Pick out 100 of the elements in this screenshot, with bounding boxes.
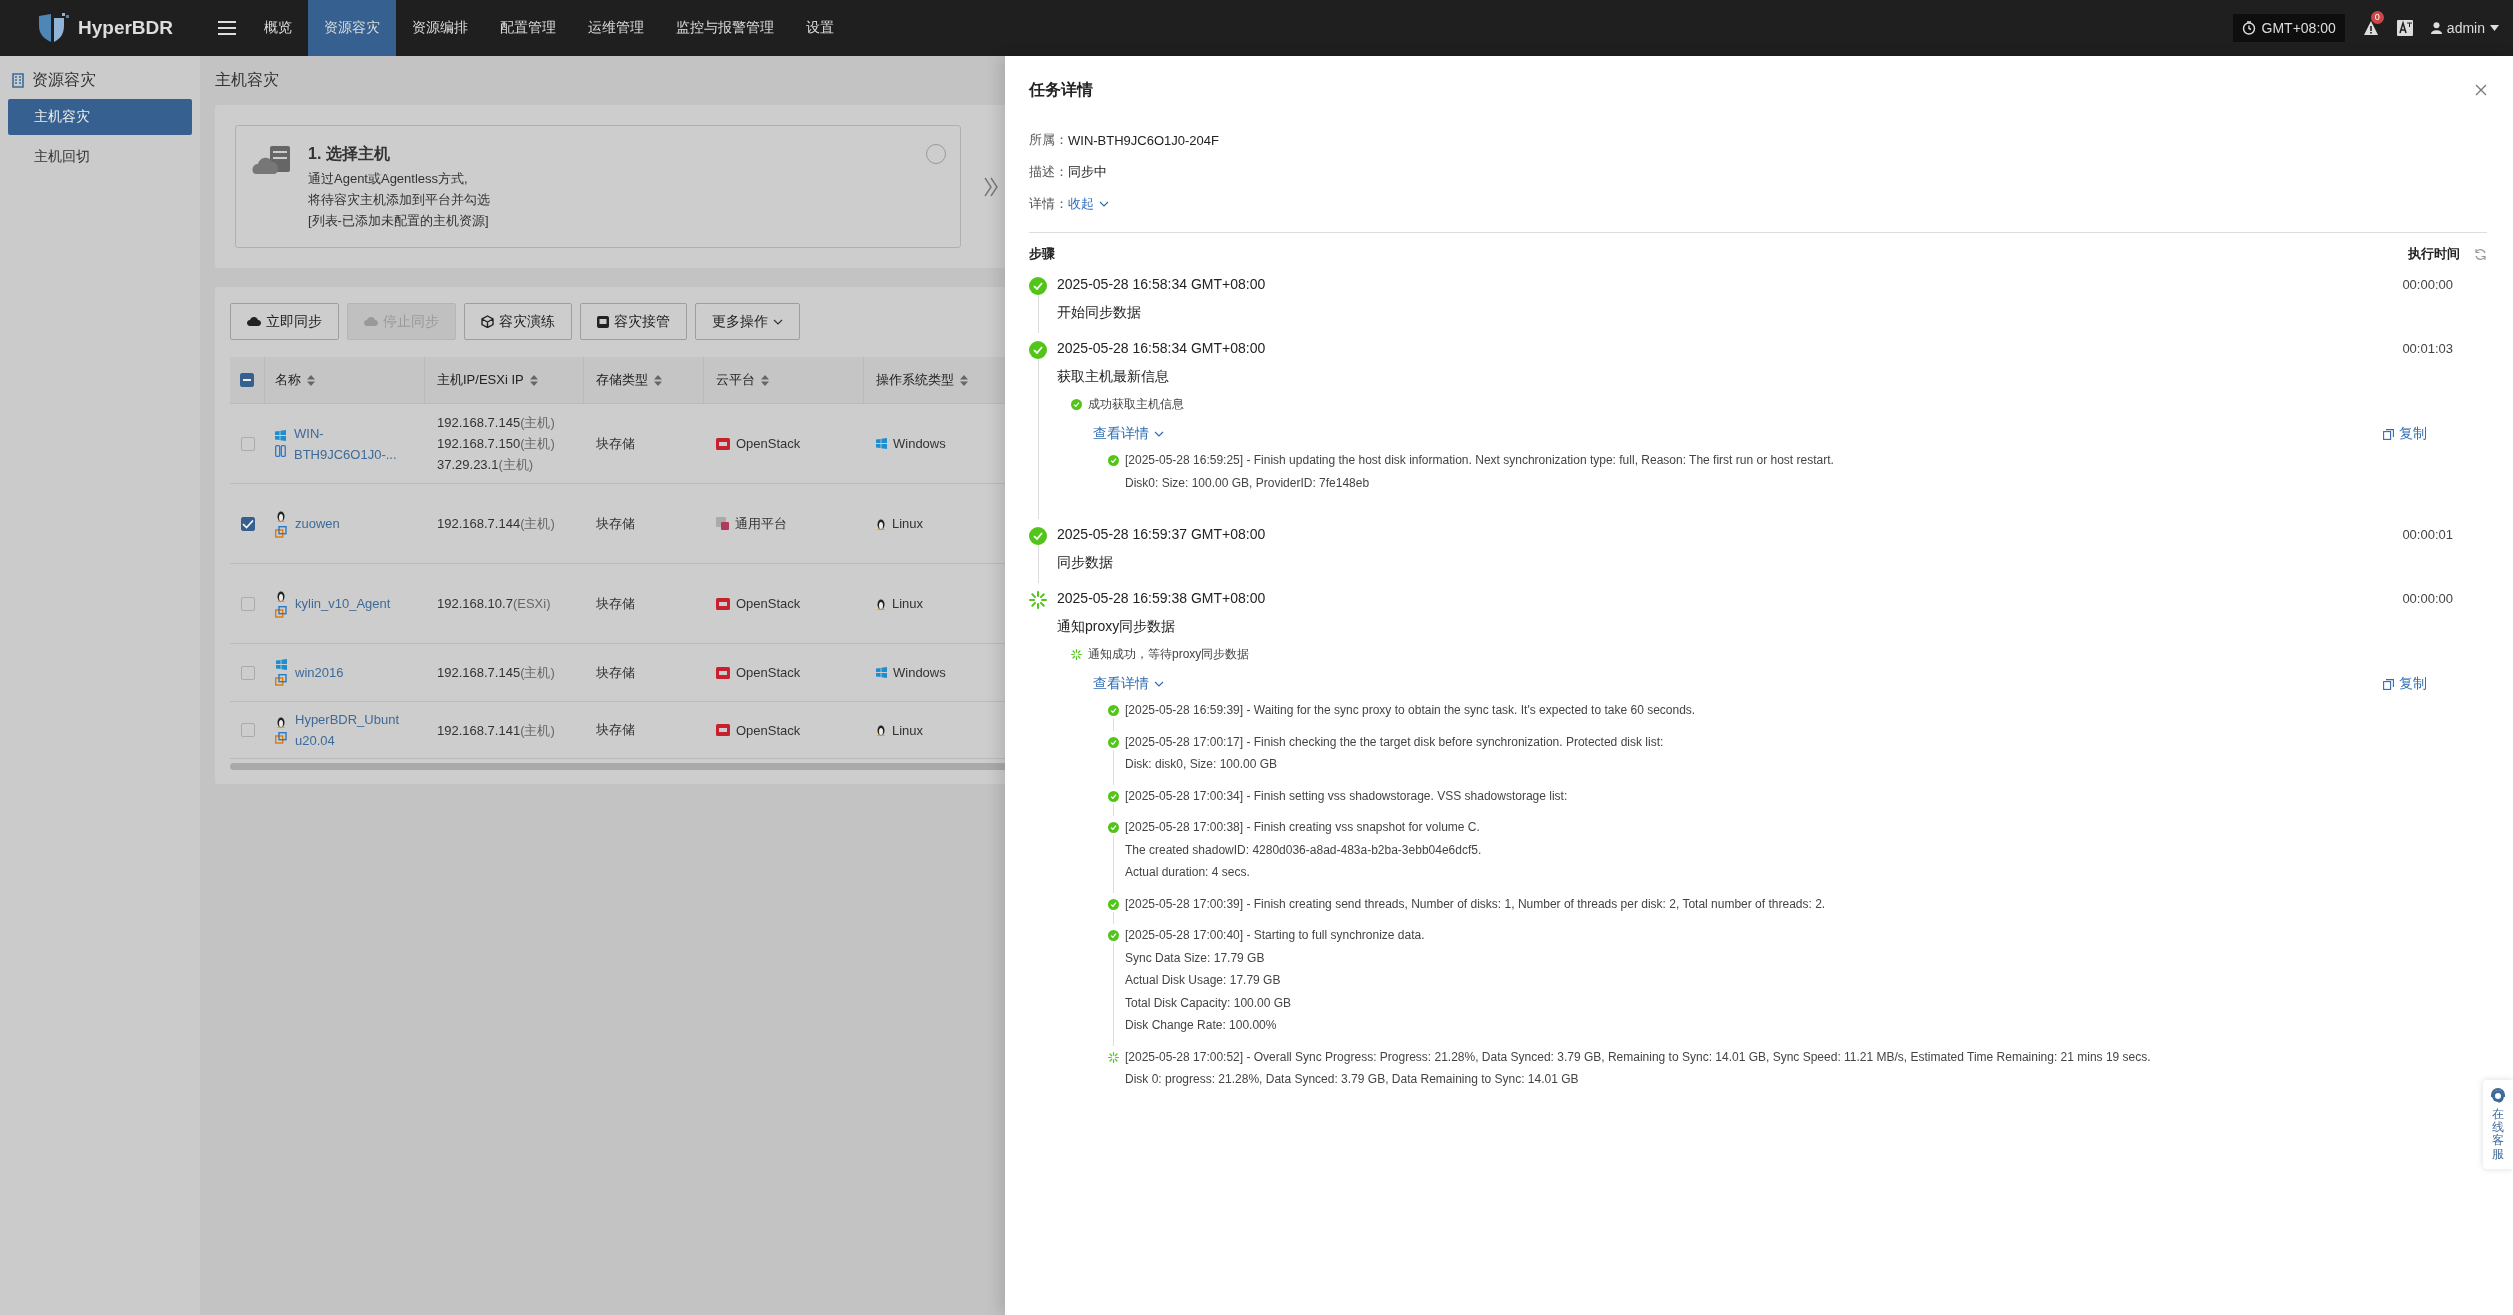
close-icon[interactable]: [2475, 84, 2487, 96]
penguin-icon: [876, 517, 886, 530]
sort-icon: [960, 374, 968, 386]
column-header[interactable]: 名称: [265, 357, 425, 403]
step-duration: 00:00:01: [2402, 526, 2453, 542]
step-description: [列表-已添加未配置的主机资源]: [308, 212, 490, 230]
timezone-button[interactable]: GMT+08:00: [2232, 14, 2345, 42]
log-line: [2025-05-28 17:00:39] - Finish creating send threads, Number of disks: 1, Number of threads per disk: 2, Total number of threads: 2.: [1125, 895, 1826, 913]
copy-link[interactable]: 复制: [2383, 675, 2427, 693]
cloud-platform: 通用平台: [735, 514, 787, 533]
log-line: Disk: disk0, Size: 100.00 GB: [1125, 756, 1279, 773]
nav-tab[interactable]: 资源编排: [396, 0, 484, 56]
os-type: Linux: [892, 516, 924, 531]
penguin-icon: [876, 724, 886, 736]
translate-icon[interactable]: [2396, 20, 2413, 36]
field-value: WIN-BTH9JC6O1J0-204F: [1068, 132, 1219, 148]
log-line: [2025-05-28 17:00:34] - Finish setting vss shadowstorage. VSS shadowstorage list:: [1125, 787, 1568, 805]
storage-type: 块存储: [596, 663, 635, 682]
column-header[interactable]: 主机IP/ESXi IP: [425, 357, 584, 403]
step-timestamp: 2025-05-28 16:59:37 GMT+08:00: [1057, 526, 1266, 542]
cloud-icon: [247, 316, 261, 327]
chevron-down-icon: [1099, 201, 1109, 207]
chevron-down-icon: [1154, 681, 1164, 687]
clock-icon: [2241, 21, 2256, 35]
host-name-link[interactable]: zuowen: [295, 513, 403, 534]
column-header[interactable]: 云平台: [704, 357, 864, 403]
ip-address: 192.168.7.150(主机): [437, 435, 555, 453]
log-line: [2025-05-28 17:00:40] - Starting to full synchronize data.: [1125, 927, 1425, 944]
page-title: 主机容灾: [215, 70, 280, 90]
row-checkbox[interactable]: [240, 723, 255, 737]
cube-icon: [481, 315, 494, 328]
wizard-step-panel[interactable]: 1. 选择主机 通过Agent或Agentless方式, 将待容灾主机添加到平台并勾选 [列表-已添加未配置的主机资源]: [235, 125, 961, 248]
warning-icon[interactable]: [2362, 20, 2379, 36]
step-description: 将待容灾主机添加到平台并勾选: [308, 191, 490, 209]
storage-type: 块存储: [596, 514, 635, 533]
log-line: Sync Data Size: 17.79 GB: [1125, 949, 1266, 967]
host-name-link[interactable]: kylin_v10_Agent: [295, 593, 403, 614]
user-menu[interactable]: admin: [2430, 20, 2499, 36]
nav-tab[interactable]: 设置: [790, 0, 850, 56]
double-chevron-icon[interactable]: [983, 175, 999, 198]
log-line: Total Disk Capacity: 100.00 GB: [1125, 994, 1293, 1012]
log-line: Disk Change Rate: 100.00%: [1125, 1017, 1278, 1034]
os-type: Windows: [893, 665, 946, 680]
sort-icon: [529, 374, 538, 386]
collapse-link[interactable]: 收起: [1068, 195, 1109, 213]
ip-address: 192.168.7.145(主机): [437, 414, 555, 432]
nav-tab[interactable]: 监控与报警管理: [660, 0, 790, 56]
os-type: Linux: [892, 722, 924, 738]
host-name-link[interactable]: HyperBDR_Ubuntu20.04: [295, 709, 403, 751]
copy-icon: [2383, 678, 2394, 690]
column-header[interactable]: 存储类型: [584, 357, 704, 403]
toolbar-button[interactable]: 更多操作: [695, 303, 800, 340]
refresh-icon[interactable]: [2474, 247, 2487, 261]
view-details-link[interactable]: 查看详情: [1093, 675, 1164, 693]
view-details-link[interactable]: 查看详情: [1093, 425, 1164, 443]
step-title: 同步数据: [1057, 553, 1114, 572]
online-support-widget[interactable]: 在线客服: [2483, 1080, 2513, 1169]
log-line: [2025-05-28 17:00:52] - Overall Sync Progress: Progress: 21.28%, Data Synced: 3.79 GB, Remaining to Sync: 14.01 GB, Sync Speed: 11.21 MB/s, Estimated Time Remaining: 21 mins 19 secs.: [1125, 1048, 2151, 1066]
toolbar-button[interactable]: 立即同步: [230, 303, 339, 340]
nav-tab[interactable]: 配置管理: [484, 0, 572, 56]
horizontal-scrollbar[interactable]: [230, 763, 1005, 770]
log-line: [2025-05-28 16:59:39] - Waiting for the sync proxy to obtain the sync task. It's expected to take 60 seconds.: [1125, 702, 1696, 719]
sidebar-item[interactable]: 主机回切: [8, 139, 192, 175]
row-checkbox[interactable]: [240, 665, 255, 680]
step-duration: 00:00:00: [2402, 276, 2453, 292]
nav-tab[interactable]: 概览: [248, 0, 308, 56]
step-title: 获取主机最新信息: [1057, 367, 1170, 386]
log-line: Disk0: Size: 100.00 GB, ProviderID: 7fe148eb: [1125, 474, 1371, 492]
select-all-checkbox[interactable]: [240, 373, 254, 387]
row-checkbox[interactable]: [240, 436, 255, 451]
cloud-icon: [364, 316, 378, 327]
log-line: Disk 0: progress: 21.28%, Data Synced: 3.79 GB, Data Remaining to Sync: 14.01 GB: [1125, 1071, 1580, 1088]
step-title: 通知proxy同步数据: [1057, 617, 1177, 636]
step-timestamp: 2025-05-28 16:58:34 GMT+08:00: [1057, 340, 1266, 356]
os-type: Linux: [892, 596, 924, 611]
host-name-link[interactable]: win2016: [295, 662, 403, 683]
copy-icon: [2383, 428, 2394, 440]
caret-icon: [2490, 25, 2499, 31]
toolbar-button[interactable]: 容灾接管: [580, 303, 687, 340]
host-name-link[interactable]: WIN-BTH9JC6O1J0-...: [294, 422, 402, 465]
step-title: 开始同步数据: [1057, 303, 1142, 322]
windows-icon: [876, 438, 887, 449]
field-label: 所属：: [1029, 131, 1068, 149]
ip-address: 192.168.7.144(主机): [437, 515, 555, 533]
nav-tab[interactable]: 资源容灾: [308, 0, 396, 56]
ip-address: 192.168.10.7(ESXi): [437, 595, 551, 613]
toolbar-button[interactable]: 容灾演练: [464, 303, 572, 340]
step-duration: 00:01:03: [2402, 340, 2453, 356]
row-checkbox[interactable]: [240, 596, 255, 611]
sort-icon: [654, 374, 662, 386]
copy-link[interactable]: 复制: [2383, 425, 2427, 443]
nav-tab[interactable]: 运维管理: [572, 0, 660, 56]
menu-icon[interactable]: [218, 20, 236, 36]
row-checkbox[interactable]: [240, 516, 255, 531]
ip-address: 37.29.23.1(主机): [437, 456, 534, 474]
steps-header: 步骤: [1029, 245, 1055, 263]
drawer-title: 任务详情: [1029, 79, 1093, 100]
log-line: [2025-05-28 17:00:17] - Finish checking the the target disk before synchronization. Protected disk list:: [1125, 733, 1664, 751]
log-line: Actual Disk Usage: 17.79 GB: [1125, 972, 1282, 989]
sidebar-item[interactable]: 主机容灾: [8, 99, 192, 135]
